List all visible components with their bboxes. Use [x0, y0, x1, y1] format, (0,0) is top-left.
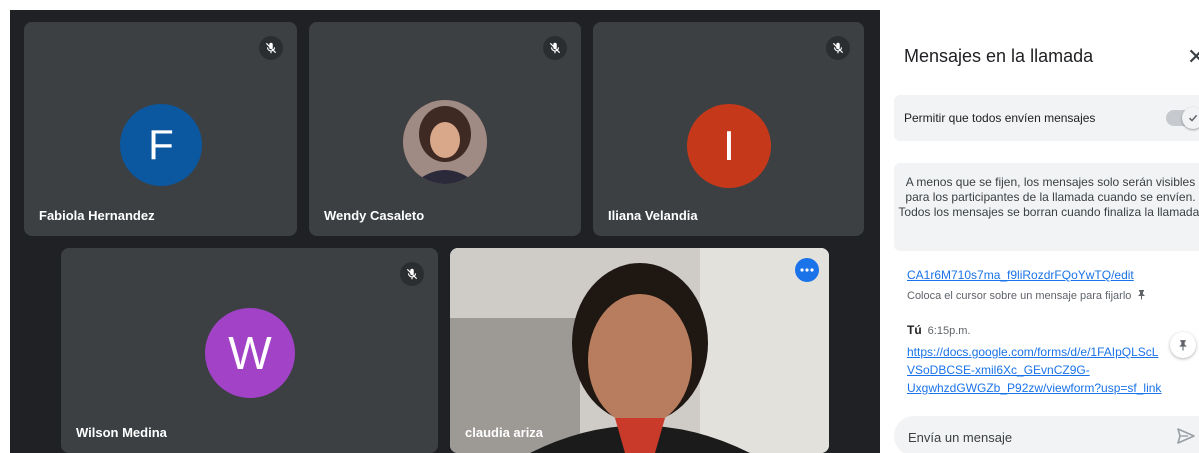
video-stage: F Fabiola Hernandez Wendy Casaleto I Ili…	[10, 10, 880, 453]
check-icon	[1182, 107, 1199, 129]
avatar: F	[120, 104, 202, 186]
mic-off-icon	[400, 262, 424, 286]
avatar: W	[205, 308, 295, 398]
pin-hint: Coloca el cursor sobre un mensaje para f…	[907, 289, 1146, 303]
close-icon[interactable]: ✕	[1187, 44, 1199, 70]
message-link[interactable]: https://docs.google.com/forms/d/e/1FAIpQ…	[907, 343, 1197, 397]
allow-messages-toggle[interactable]	[1166, 107, 1199, 129]
avatar-photo	[403, 100, 487, 184]
mic-off-icon	[259, 36, 283, 60]
mic-off-icon	[543, 36, 567, 60]
info-box: A menos que se fijen, los mensajes solo …	[894, 163, 1199, 251]
participant-name: claudia ariza	[465, 425, 544, 440]
mic-off-icon	[826, 36, 850, 60]
info-text: A menos que se fijen, los mensajes solo …	[898, 175, 1199, 219]
video-feed	[450, 248, 829, 453]
allow-messages-row: Permitir que todos envíen mensajes	[894, 95, 1199, 141]
message-header: Tú 6:15p.m.	[907, 323, 970, 337]
participant-name: Iliana Velandia	[608, 208, 698, 223]
participant-tile[interactable]: F Fabiola Hernandez	[24, 22, 297, 236]
pin-message-icon[interactable]	[1170, 332, 1196, 358]
allow-messages-label: Permitir que todos envíen mensajes	[904, 111, 1096, 125]
participant-name: Fabiola Hernandez	[39, 208, 155, 223]
pin-icon	[1137, 289, 1146, 303]
panel-title: Mensajes en la llamada	[904, 46, 1094, 66]
message-composer	[894, 416, 1199, 453]
participant-tile[interactable]: Wendy Casaleto	[309, 22, 581, 236]
message-time: 6:15p.m.	[927, 325, 971, 337]
participant-name: Wilson Medina	[76, 425, 167, 440]
participant-tile-active[interactable]: claudia ariza	[450, 248, 829, 453]
chat-panel: Mensajes en la llamada ✕ Permitir que to…	[880, 10, 1199, 453]
pin-hint-text: Coloca el cursor sobre un mensaje para f…	[907, 290, 1132, 302]
avatar: I	[687, 104, 771, 188]
participant-tile[interactable]: W Wilson Medina	[61, 248, 438, 453]
participant-name: Wendy Casaleto	[324, 208, 425, 223]
message-input[interactable]	[906, 424, 1160, 450]
participant-tile[interactable]: I Iliana Velandia	[593, 22, 864, 236]
message-sender: Tú	[907, 323, 922, 337]
more-options-icon[interactable]	[795, 258, 819, 282]
send-icon[interactable]	[1176, 426, 1196, 451]
pinned-link[interactable]: CA1r6M710s7ma_f9liRozdrFQoYwTQ/edit	[907, 268, 1134, 282]
